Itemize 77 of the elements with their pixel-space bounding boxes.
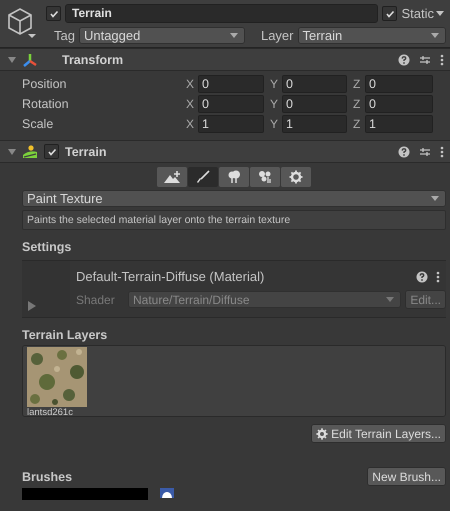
axis-label[interactable]: X bbox=[186, 117, 198, 131]
component-title: Terrain bbox=[65, 144, 106, 158]
more-icon[interactable] bbox=[440, 146, 444, 158]
paint-tool-button[interactable] bbox=[188, 167, 218, 187]
number-field[interactable]: 0 bbox=[282, 95, 347, 113]
axis-label[interactable]: Y bbox=[270, 97, 282, 111]
number-field[interactable]: 1 bbox=[365, 115, 433, 133]
axis-label[interactable]: Z bbox=[353, 97, 365, 111]
axis-label[interactable]: Z bbox=[353, 77, 365, 91]
axis-label[interactable]: Z bbox=[353, 117, 365, 131]
foldout-icon[interactable] bbox=[8, 56, 16, 64]
brush-icon bbox=[196, 170, 210, 184]
number-field[interactable]: 1 bbox=[198, 115, 264, 133]
caret-icon bbox=[386, 297, 394, 302]
axis-label[interactable]: X bbox=[186, 97, 198, 111]
gear-icon bbox=[289, 170, 303, 184]
mode-dropdown[interactable]: Paint Texture bbox=[22, 190, 446, 207]
check-icon bbox=[46, 146, 56, 156]
enabled-checkbox[interactable] bbox=[44, 144, 59, 159]
axis-label[interactable]: X bbox=[186, 77, 198, 91]
layer-name: lantsd261c bbox=[27, 407, 74, 418]
property-label: Scale bbox=[22, 117, 54, 131]
section-heading: Settings bbox=[22, 240, 72, 254]
material-name: Default-Terrain-Diffuse (Material) bbox=[76, 269, 266, 284]
section-heading: Terrain Layers bbox=[22, 328, 108, 342]
active-checkbox[interactable] bbox=[46, 6, 61, 21]
axis-label[interactable]: Y bbox=[270, 77, 282, 91]
raise-tool-button[interactable] bbox=[157, 167, 187, 187]
name-field[interactable]: Terrain bbox=[65, 4, 378, 23]
check-icon bbox=[48, 8, 58, 18]
tag-dropdown[interactable]: Untagged bbox=[78, 27, 245, 44]
property-label: Position bbox=[22, 77, 68, 91]
number-field[interactable]: 0 bbox=[365, 95, 433, 113]
axes-icon bbox=[22, 52, 38, 68]
presets-icon[interactable] bbox=[419, 146, 431, 158]
axis-label[interactable]: Y bbox=[270, 117, 282, 131]
component-header[interactable]: Terrain bbox=[0, 140, 450, 163]
static-checkbox[interactable] bbox=[382, 6, 398, 21]
edit-layers-button[interactable]: Edit Terrain Layers... bbox=[311, 424, 446, 443]
help-icon[interactable] bbox=[416, 270, 428, 282]
number-field[interactable]: 0 bbox=[365, 75, 433, 93]
component-title: Transform bbox=[62, 52, 124, 66]
presets-icon[interactable] bbox=[419, 54, 431, 66]
static-dropdown[interactable]: Static bbox=[401, 6, 444, 21]
layer-label: Layer bbox=[260, 28, 294, 43]
caret-icon bbox=[431, 33, 439, 38]
help-text: Paints the selected material layer onto the terrain texture bbox=[27, 214, 290, 226]
terrain-icon bbox=[22, 144, 38, 158]
tag-label: Tag bbox=[53, 28, 75, 43]
mountain-plus-icon bbox=[163, 170, 181, 184]
section-heading: Brushes bbox=[22, 470, 72, 484]
shader-label: Shader bbox=[76, 292, 116, 306]
caret-icon bbox=[230, 33, 238, 38]
foldout-icon[interactable] bbox=[8, 148, 16, 156]
number-field[interactable]: 0 bbox=[198, 75, 264, 93]
new-brush-button[interactable]: New Brush... bbox=[367, 467, 446, 486]
number-field[interactable]: 0 bbox=[282, 75, 347, 93]
help-icon[interactable] bbox=[398, 54, 410, 66]
gear-icon bbox=[316, 428, 328, 440]
more-icon[interactable] bbox=[440, 54, 444, 66]
brush-icon[interactable] bbox=[160, 488, 174, 498]
play-icon[interactable] bbox=[28, 301, 36, 311]
property-label: Rotation bbox=[22, 97, 70, 111]
check-icon bbox=[384, 8, 395, 18]
number-field[interactable]: 0 bbox=[198, 95, 264, 113]
number-field[interactable]: 1 bbox=[282, 115, 347, 133]
layer-dropdown[interactable]: Terrain bbox=[298, 27, 446, 44]
details-tool-button[interactable] bbox=[250, 167, 280, 187]
settings-tool-button[interactable] bbox=[281, 167, 311, 187]
trees-tool-button[interactable] bbox=[219, 167, 249, 187]
more-icon[interactable] bbox=[436, 270, 440, 282]
help-icon[interactable] bbox=[398, 146, 410, 158]
caret-icon bbox=[436, 11, 444, 16]
trees-icon bbox=[227, 170, 241, 184]
flowers-icon bbox=[258, 170, 272, 184]
caret-icon bbox=[431, 196, 439, 201]
component-header[interactable]: Transform bbox=[0, 48, 450, 71]
